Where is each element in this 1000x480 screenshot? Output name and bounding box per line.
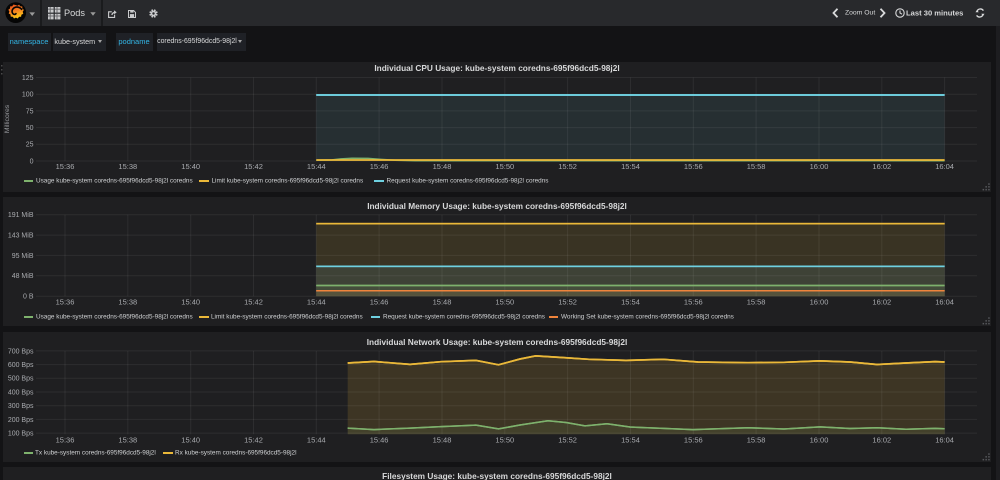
svg-text:191 MiB: 191 MiB — [8, 212, 34, 219]
svg-text:143 MiB: 143 MiB — [8, 233, 34, 240]
svg-text:95 MiB: 95 MiB — [12, 253, 34, 260]
svg-text:15:44: 15:44 — [307, 436, 326, 445]
svg-text:15:42: 15:42 — [244, 436, 263, 445]
svg-text:15:38: 15:38 — [118, 162, 137, 171]
svg-text:16:00: 16:00 — [810, 436, 829, 445]
svg-text:15:38: 15:38 — [118, 436, 137, 445]
svg-text:15:50: 15:50 — [495, 162, 514, 171]
svg-text:700 Bps: 700 Bps — [8, 348, 34, 355]
svg-text:15:46: 15:46 — [370, 162, 389, 171]
svg-text:300 Bps: 300 Bps — [8, 403, 34, 410]
svg-text:15:40: 15:40 — [181, 436, 200, 445]
svg-text:15:54: 15:54 — [621, 436, 640, 445]
svg-text:0 B: 0 B — [23, 294, 34, 301]
svg-text:15:50: 15:50 — [495, 436, 514, 445]
svg-text:100 Bps: 100 Bps — [8, 431, 34, 438]
svg-text:15:36: 15:36 — [56, 436, 75, 445]
svg-text:15:46: 15:46 — [370, 298, 389, 307]
svg-text:0: 0 — [30, 158, 34, 165]
svg-text:15:56: 15:56 — [684, 298, 703, 307]
svg-text:16:04: 16:04 — [935, 162, 954, 171]
svg-text:16:02: 16:02 — [872, 298, 891, 307]
svg-text:15:40: 15:40 — [181, 162, 200, 171]
svg-text:16:00: 16:00 — [810, 298, 829, 307]
svg-text:15:54: 15:54 — [621, 162, 640, 171]
svg-text:16:04: 16:04 — [935, 436, 954, 445]
svg-text:15:44: 15:44 — [307, 162, 326, 171]
svg-text:15:50: 15:50 — [495, 298, 514, 307]
svg-text:15:48: 15:48 — [433, 436, 452, 445]
svg-text:15:44: 15:44 — [307, 298, 326, 307]
svg-text:15:48: 15:48 — [433, 298, 452, 307]
svg-text:500 Bps: 500 Bps — [8, 376, 34, 383]
svg-text:15:48: 15:48 — [433, 162, 452, 171]
svg-text:15:54: 15:54 — [621, 298, 640, 307]
svg-text:15:42: 15:42 — [244, 162, 263, 171]
svg-text:75: 75 — [26, 108, 34, 115]
svg-text:15:46: 15:46 — [370, 436, 389, 445]
svg-text:15:38: 15:38 — [118, 298, 137, 307]
svg-text:15:56: 15:56 — [684, 162, 703, 171]
svg-text:15:52: 15:52 — [558, 436, 577, 445]
svg-text:15:52: 15:52 — [558, 298, 577, 307]
svg-text:48 MiB: 48 MiB — [12, 273, 34, 280]
svg-text:15:58: 15:58 — [747, 298, 766, 307]
svg-text:15:42: 15:42 — [244, 298, 263, 307]
svg-text:50: 50 — [26, 125, 34, 132]
svg-text:400 Bps: 400 Bps — [8, 389, 34, 396]
svg-text:15:52: 15:52 — [558, 162, 577, 171]
svg-text:16:02: 16:02 — [872, 436, 891, 445]
svg-text:200 Bps: 200 Bps — [8, 417, 34, 424]
svg-text:25: 25 — [26, 142, 34, 149]
svg-text:16:00: 16:00 — [810, 162, 829, 171]
svg-text:Millicores: Millicores — [4, 104, 11, 133]
svg-text:125: 125 — [22, 75, 34, 82]
svg-text:600 Bps: 600 Bps — [8, 362, 34, 369]
svg-text:15:40: 15:40 — [181, 298, 200, 307]
svg-text:15:36: 15:36 — [56, 162, 75, 171]
svg-text:16:04: 16:04 — [935, 298, 954, 307]
svg-text:15:36: 15:36 — [56, 298, 75, 307]
svg-text:15:56: 15:56 — [684, 436, 703, 445]
svg-text:15:58: 15:58 — [747, 162, 766, 171]
svg-text:16:02: 16:02 — [872, 162, 891, 171]
svg-text:15:58: 15:58 — [747, 436, 766, 445]
svg-text:100: 100 — [22, 92, 34, 99]
